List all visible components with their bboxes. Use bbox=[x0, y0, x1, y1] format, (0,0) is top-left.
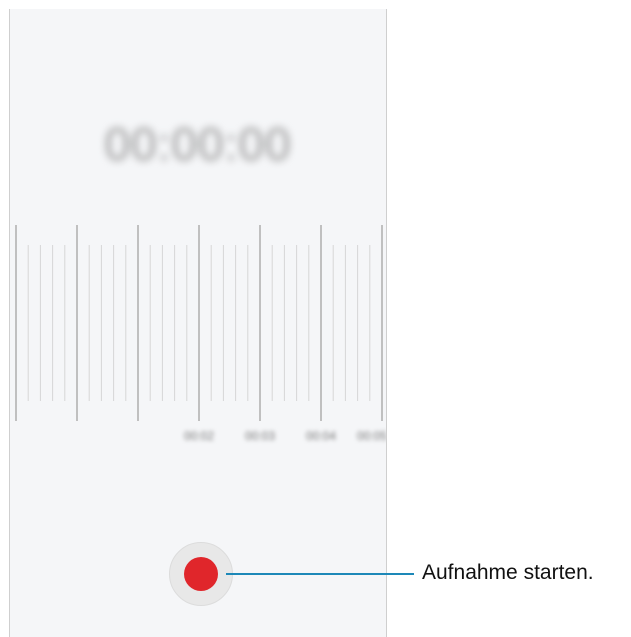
record-icon bbox=[184, 557, 218, 591]
record-button[interactable] bbox=[169, 542, 233, 606]
timeline-label: 00:05 bbox=[356, 429, 387, 443]
recording-timer: 00:00:00 bbox=[104, 118, 292, 170]
timeline-label: 00:02 bbox=[183, 429, 215, 443]
callout-line bbox=[226, 573, 414, 575]
voice-recorder-screen: 00:00:00 00:02 00:03 00:04 00:05 bbox=[9, 9, 387, 637]
callout-label: Aufnahme starten. bbox=[422, 561, 594, 584]
timeline-label: 00:04 bbox=[305, 429, 337, 443]
timeline-labels: 00:02 00:03 00:04 00:05 bbox=[10, 429, 386, 443]
waveform-grid bbox=[15, 225, 383, 421]
timeline-label: 00:03 bbox=[244, 429, 276, 443]
